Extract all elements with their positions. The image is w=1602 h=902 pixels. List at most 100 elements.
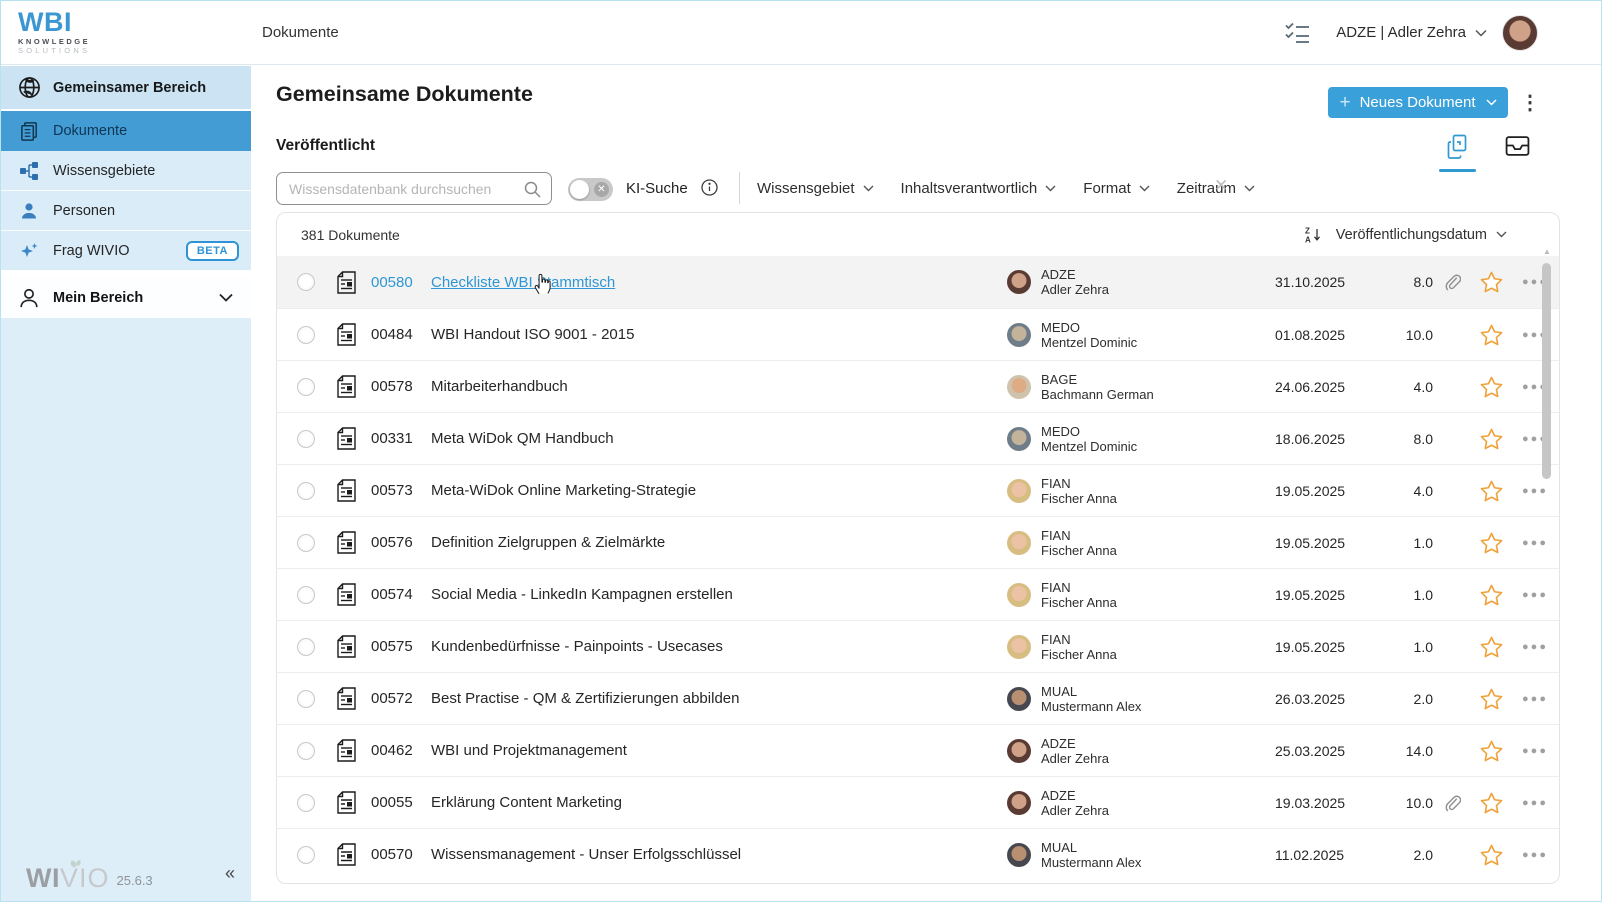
row-radio[interactable] <box>297 586 315 604</box>
document-title-link[interactable]: WBI Handout ISO 9001 - 2015 <box>431 326 1007 343</box>
sidebar-collapse-button[interactable]: « <box>225 863 235 884</box>
row-menu-button[interactable]: ●●● <box>1511 693 1559 705</box>
chevron-down-icon[interactable] <box>219 293 233 302</box>
tasklist-icon[interactable] <box>1284 21 1310 45</box>
document-title-link[interactable]: Best Practise - QM & Zertifizierungen ab… <box>431 690 1007 707</box>
sidebar-section-mein-bereich[interactable]: Mein Bereich <box>0 277 251 318</box>
document-title-link[interactable]: Checkliste WBI Stammtisch <box>431 274 1007 291</box>
table-row[interactable]: 00575 Kundenbedürfnisse - Painpoints - U… <box>277 620 1559 672</box>
row-radio[interactable] <box>297 690 315 708</box>
row-menu-button[interactable]: ●●● <box>1511 745 1559 757</box>
filter-format[interactable]: Format <box>1083 180 1150 197</box>
star-icon[interactable] <box>1471 584 1511 606</box>
filter-wissensgebiet[interactable]: Wissensgebiet <box>757 180 874 197</box>
user-avatar[interactable] <box>1502 15 1538 51</box>
star-icon[interactable] <box>1471 636 1511 658</box>
star-icon[interactable] <box>1471 740 1511 762</box>
star-icon[interactable] <box>1471 532 1511 554</box>
document-icon <box>337 739 357 762</box>
ai-search-toggle[interactable]: ✕ <box>568 178 613 201</box>
row-menu-button[interactable]: ●●● <box>1511 381 1559 393</box>
document-title-link[interactable]: Definition Zielgruppen & Zielmärkte <box>431 534 1007 551</box>
document-title-link[interactable]: WBI und Projektmanagement <box>431 742 1007 759</box>
tab-archive-icon[interactable] <box>1505 134 1530 163</box>
row-menu-button[interactable]: ●●● <box>1511 589 1559 601</box>
table-row[interactable]: 00574 Social Media - LinkedIn Kampagnen … <box>277 568 1559 620</box>
scrollbar-thumb[interactable] <box>1542 263 1551 479</box>
version-number: 4.0 <box>1383 379 1433 395</box>
document-title-link[interactable]: Erklärung Content Marketing <box>431 794 1007 811</box>
row-menu-button[interactable]: ●●● <box>1511 485 1559 497</box>
star-icon[interactable] <box>1471 271 1511 293</box>
sidebar-item-frag-wivio[interactable]: Frag WIVIO BETA <box>0 231 251 271</box>
documents-icon <box>16 121 42 142</box>
row-menu-button[interactable]: ●●● <box>1511 537 1559 549</box>
row-radio[interactable] <box>297 794 315 812</box>
star-icon[interactable] <box>1471 844 1511 866</box>
row-radio[interactable] <box>297 326 315 344</box>
table-row[interactable]: 00484 WBI Handout ISO 9001 - 2015 MEDO M… <box>277 308 1559 360</box>
search-input[interactable] <box>289 174 519 203</box>
row-menu-button[interactable]: ●●● <box>1511 276 1559 288</box>
new-document-button[interactable]: + Neues Dokument <box>1328 87 1508 118</box>
row-radio[interactable] <box>297 482 315 500</box>
tab-published-icon[interactable] <box>1445 134 1469 165</box>
row-menu-button[interactable]: ●●● <box>1511 797 1559 809</box>
chevron-down-icon[interactable] <box>1475 29 1487 37</box>
chevron-down-icon <box>1486 99 1497 106</box>
wivio-brand-bold: WI <box>26 863 60 893</box>
star-icon[interactable] <box>1471 324 1511 346</box>
sidebar-section-gemeinsamer-bereich[interactable]: Gemeinsamer Bereich <box>0 66 251 111</box>
table-row[interactable]: 00572 Best Practise - QM & Zertifizierun… <box>277 672 1559 724</box>
row-radio[interactable] <box>297 638 315 656</box>
document-title-link[interactable]: Wissensmanagement - Unser Erfolgsschlüss… <box>431 846 1007 863</box>
document-title-link[interactable]: Meta WiDok QM Handbuch <box>431 430 1007 447</box>
document-title-link[interactable]: Meta-WiDok Online Marketing-Strategie <box>431 482 1007 499</box>
avatar <box>1007 531 1031 555</box>
table-row[interactable]: 00578 Mitarbeiterhandbuch BAGE Bachmann … <box>277 360 1559 412</box>
search-box <box>276 172 552 205</box>
person-icon <box>16 202 42 220</box>
scrollbar-up-arrow[interactable]: ▲ <box>1543 247 1551 256</box>
row-menu-button[interactable]: ●●● <box>1511 329 1559 341</box>
document-title-link[interactable]: Mitarbeiterhandbuch <box>431 378 1007 395</box>
sidebar-item-dokumente[interactable]: Dokumente <box>0 111 251 151</box>
document-icon <box>337 427 357 450</box>
info-icon[interactable] <box>701 179 718 201</box>
clear-filters-button[interactable]: ✕ <box>1214 176 1228 196</box>
filter-inhaltsverantwortlich[interactable]: Inhaltsverantwortlich <box>901 180 1057 197</box>
more-actions-button[interactable]: ⋮ <box>1520 90 1540 115</box>
table-row[interactable]: 00462 WBI und Projektmanagement ADZE Adl… <box>277 724 1559 776</box>
table-row[interactable]: 00331 Meta WiDok QM Handbuch MEDO Mentze… <box>277 412 1559 464</box>
star-icon[interactable] <box>1471 688 1511 710</box>
row-radio[interactable] <box>297 846 315 864</box>
document-title-link[interactable]: Kundenbedürfnisse - Painpoints - Usecase… <box>431 638 1007 655</box>
sidebar-item-wissensgebiete[interactable]: Wissensgebiete <box>0 151 251 191</box>
star-icon[interactable] <box>1471 428 1511 450</box>
row-menu-button[interactable]: ●●● <box>1511 433 1559 445</box>
row-radio[interactable] <box>297 534 315 552</box>
table-row[interactable]: 00573 Meta-WiDok Online Marketing-Strate… <box>277 464 1559 516</box>
document-icon <box>337 843 357 866</box>
table-row[interactable]: 00576 Definition Zielgruppen & Zielmärkt… <box>277 516 1559 568</box>
sidebar-item-personen[interactable]: Personen <box>0 191 251 231</box>
table-row[interactable]: 00055 Erklärung Content Marketing ADZE A… <box>277 776 1559 828</box>
plus-icon: + <box>1339 93 1350 112</box>
sort-control[interactable]: Z A Veröffentlichungsdatum <box>1305 226 1507 243</box>
row-menu-button[interactable]: ●●● <box>1511 641 1559 653</box>
star-icon[interactable] <box>1471 376 1511 398</box>
row-menu-button[interactable]: ●●● <box>1511 849 1559 861</box>
user-menu-label[interactable]: ADZE | Adler Zehra <box>1336 24 1466 41</box>
row-radio[interactable] <box>297 430 315 448</box>
row-radio[interactable] <box>297 378 315 396</box>
row-radio[interactable] <box>297 273 315 291</box>
wbi-logo[interactable]: WBI KNOWLEDGE SOLUTIONS <box>18 9 90 54</box>
search-icon[interactable] <box>524 181 541 203</box>
table-row[interactable]: 00580 Checkliste WBI Stammtisch ADZE Adl… <box>277 256 1559 308</box>
table-row[interactable]: 00570 Wissensmanagement - Unser Erfolgss… <box>277 828 1559 880</box>
owner-code: FIAN <box>1041 632 1117 647</box>
document-title-link[interactable]: Social Media - LinkedIn Kampagnen erstel… <box>431 586 1007 603</box>
row-radio[interactable] <box>297 742 315 760</box>
star-icon[interactable] <box>1471 480 1511 502</box>
star-icon[interactable] <box>1471 792 1511 814</box>
